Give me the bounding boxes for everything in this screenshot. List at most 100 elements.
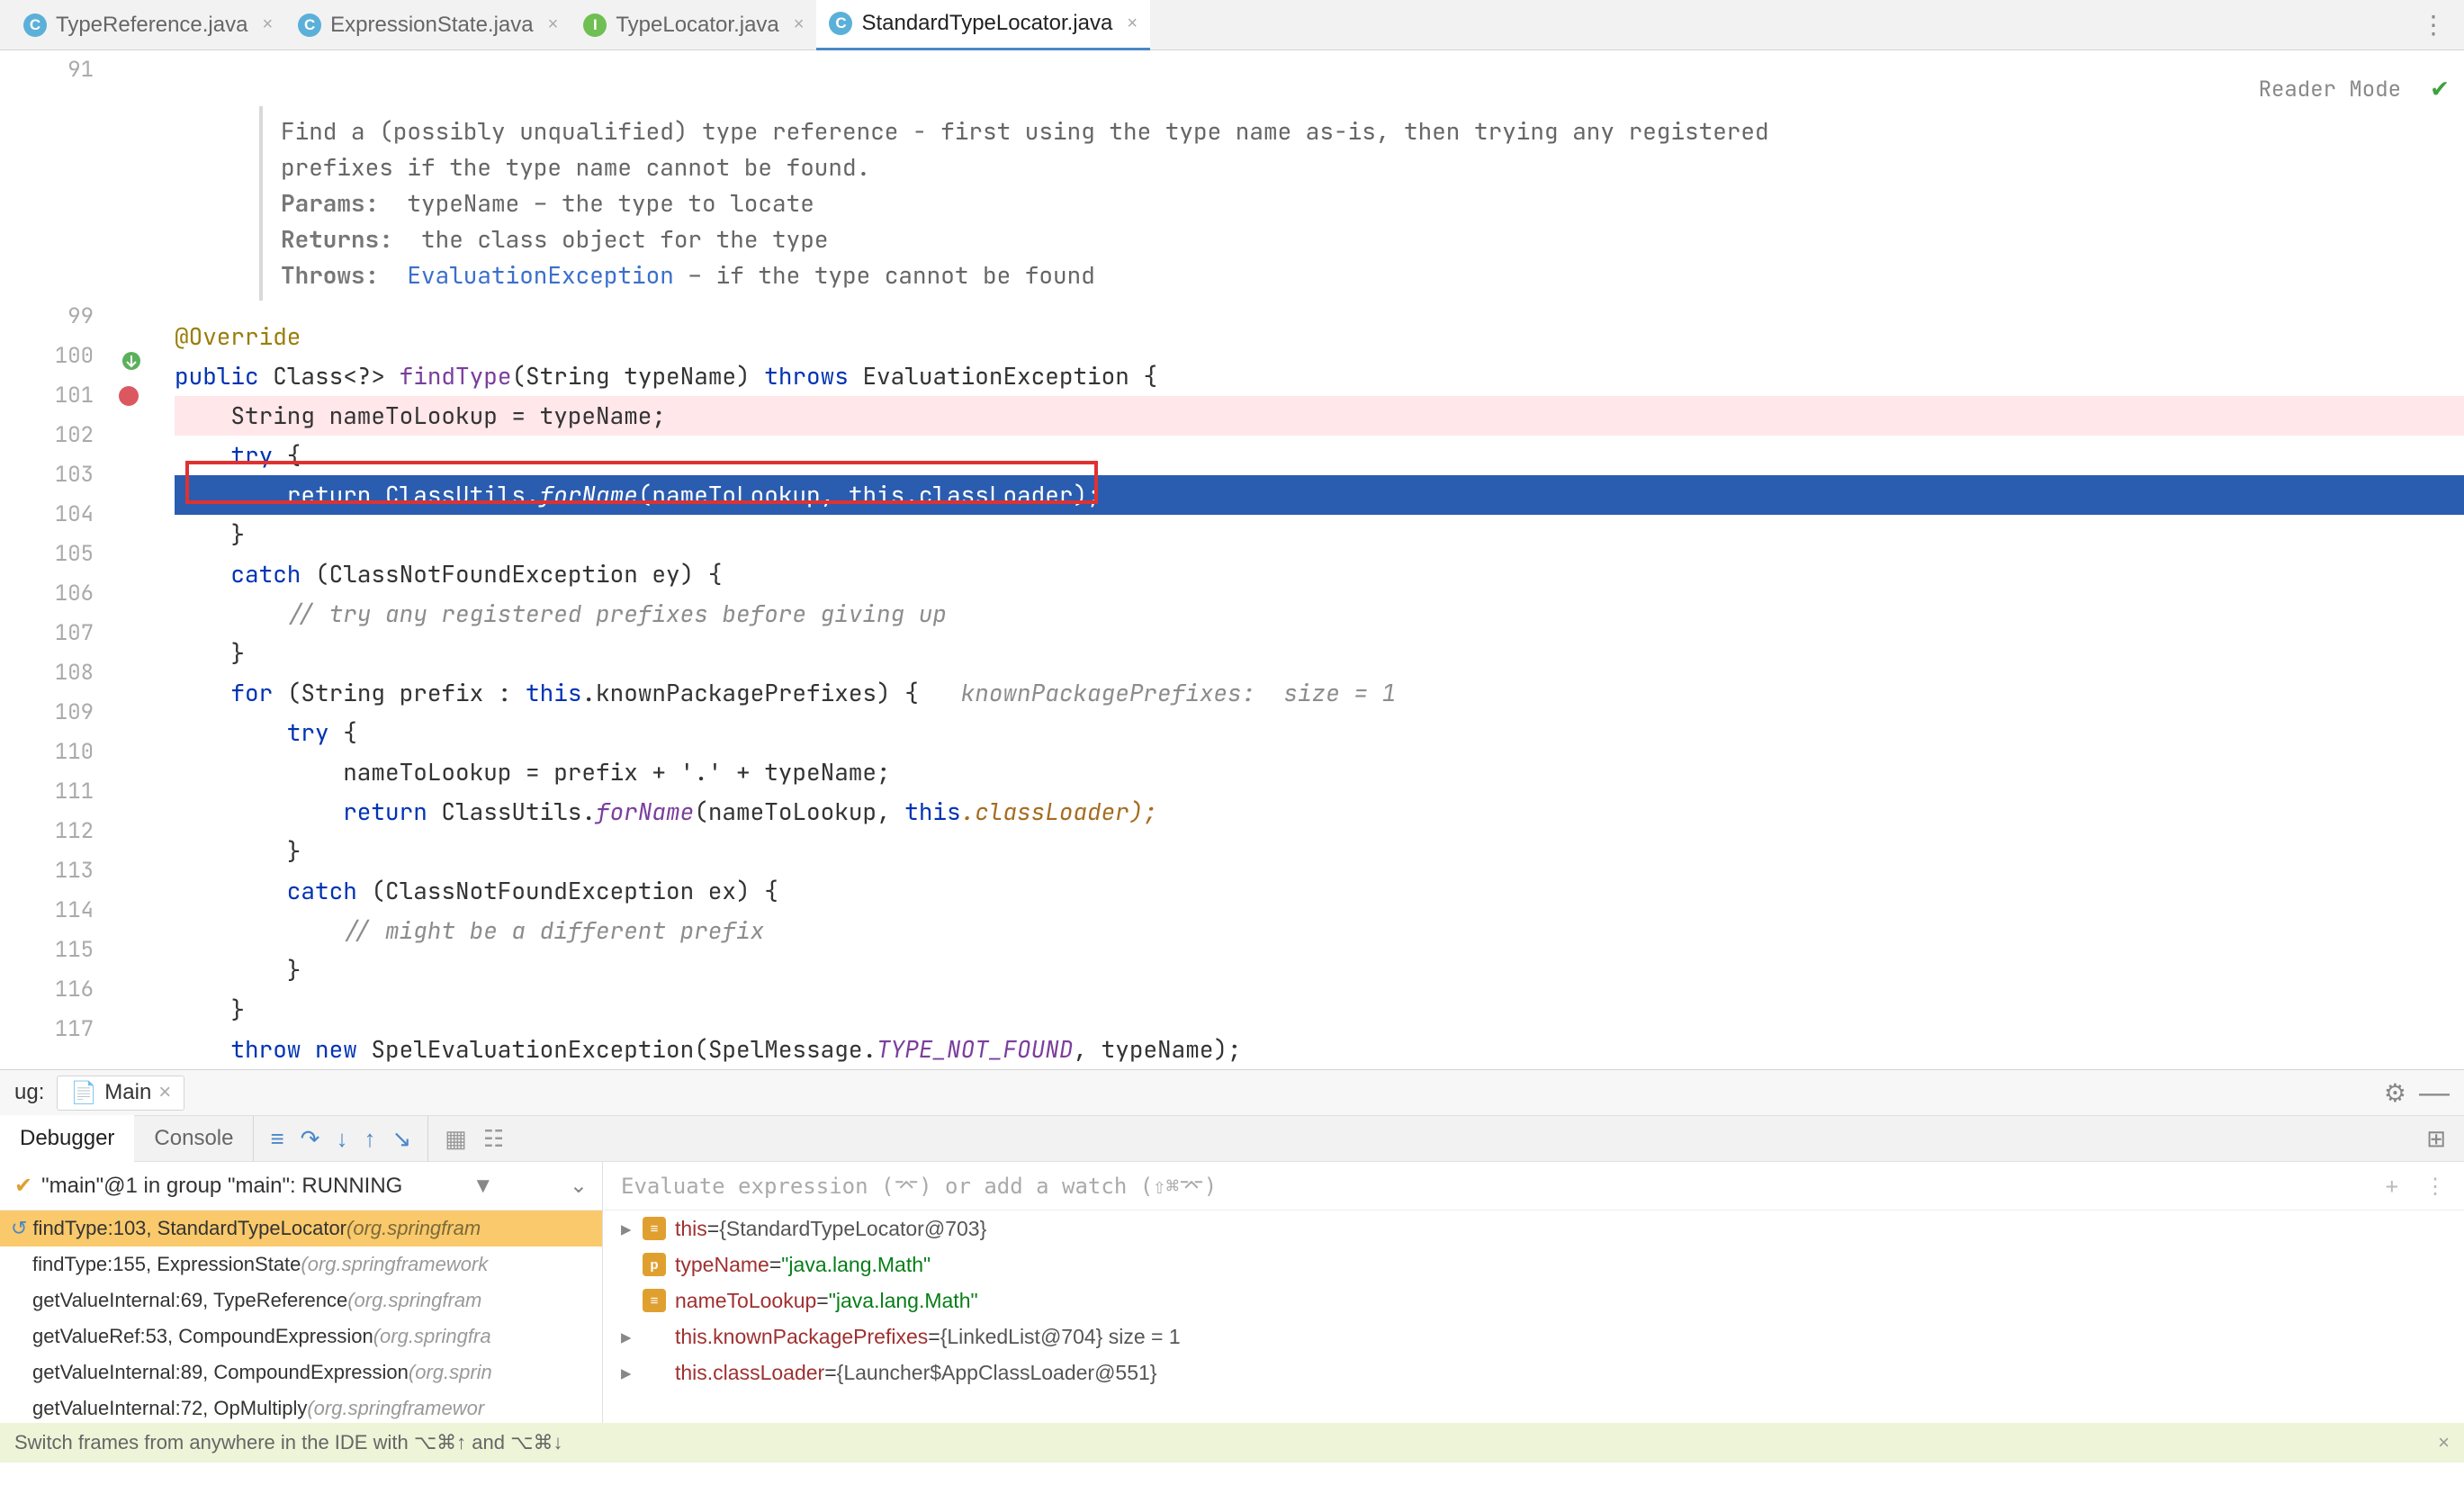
code-line: catch (ClassNotFoundException ex) { (175, 871, 2464, 911)
javadoc-returns-label: Returns: (281, 223, 393, 255)
dropdown-icon[interactable]: ⌄ (563, 1173, 588, 1199)
filter-icon[interactable]: ▼ (472, 1174, 494, 1199)
debug-toolbar-top: ug: 📄 Main × ⚙ — (0, 1070, 2464, 1115)
watch-icon: oo (643, 1361, 666, 1384)
tab-debugger[interactable]: Debugger (0, 1115, 134, 1162)
tab-console[interactable]: Console (134, 1115, 253, 1162)
javadoc-params-label: Params: (281, 187, 379, 219)
line-number: 116 (0, 970, 94, 1010)
minimize-icon[interactable]: — (2419, 1076, 2450, 1111)
class-icon: C (23, 14, 47, 37)
stack-frame[interactable]: getValueInternal:72, OpMultiply (org.spr… (0, 1390, 602, 1423)
thread-selector[interactable]: ✔ "main"@1 in group "main": RUNNING ▼ ⌄ (0, 1162, 602, 1210)
class-icon: C (829, 12, 852, 35)
layout-settings-icon[interactable]: ⊞ (2426, 1125, 2464, 1153)
line-number: 91 (0, 50, 94, 90)
reader-mode-toggle[interactable]: Reader Mode (2259, 70, 2401, 110)
expand-icon[interactable]: ▸ (621, 1217, 643, 1241)
gear-icon[interactable]: ⚙ (2384, 1078, 2406, 1108)
code-area[interactable]: Reader Mode ✔︎ Find a (possibly unqualif… (121, 50, 2464, 1069)
status-text: Switch frames from anywhere in the IDE w… (14, 1431, 562, 1454)
code-line: return ClassUtils.forName(nameToLookup, … (175, 792, 2464, 832)
close-tip-icon[interactable]: × (2438, 1431, 2450, 1454)
code-line: catch (ClassNotFoundException ey) { (175, 554, 2464, 594)
expand-icon[interactable]: ▸ (621, 1361, 643, 1385)
debug-tabs: Debugger Console ≡ ↷ ↓ ↑ ↘ ▦ ☷ ⊞ (0, 1115, 2464, 1162)
calculator-icon[interactable]: ▦ (445, 1125, 467, 1153)
close-icon[interactable]: × (548, 14, 559, 35)
thread-name: "main"@1 in group "main": RUNNING (41, 1174, 402, 1199)
code-line: } (175, 990, 2464, 1030)
javadoc-returns: the class object for the type (421, 223, 828, 255)
close-icon[interactable]: × (1127, 14, 1138, 34)
line-number: 102 (0, 416, 94, 455)
stack-frame[interactable]: getValueInternal:89, CompoundExpression … (0, 1354, 602, 1390)
stack-frame[interactable]: ↺findType:103, StandardTypeLocator (org.… (0, 1210, 602, 1246)
variables-panel: Evaluate expression (⌤) or add a watch (… (603, 1162, 2464, 1423)
javadoc-throws-text: – if the type cannot be found (674, 259, 1095, 291)
variable-row[interactable]: ▸oothis.knownPackagePrefixes = {LinkedLi… (603, 1318, 2464, 1354)
step-into-icon[interactable]: ↓ (336, 1125, 347, 1153)
close-icon[interactable]: × (794, 14, 805, 35)
eval-placeholder: Evaluate expression (⌤) or add a watch (… (621, 1174, 1217, 1199)
check-icon: ✔ (14, 1173, 32, 1199)
add-watch-icon[interactable]: + ⋮ (2386, 1174, 2446, 1199)
editor: 91 99 100 101 102 103 104 105 106 107 10… (0, 50, 2464, 1069)
step-over-icon[interactable]: ↷ (301, 1125, 320, 1153)
status-bar: Switch frames from anywhere in the IDE w… (0, 1423, 2464, 1462)
line-number: 108 (0, 653, 94, 693)
editor-tabs: C TypeReference.java × C ExpressionState… (0, 0, 2464, 50)
kebab-menu-icon[interactable]: ⋮ (2421, 10, 2464, 40)
variable-row[interactable]: ptypeName = "java.lang.Math" (603, 1246, 2464, 1282)
variable-row[interactable]: ≡nameToLookup = "java.lang.Math" (603, 1282, 2464, 1318)
close-icon[interactable]: × (262, 14, 273, 35)
javadoc-block: Find a (possibly unqualified) type refer… (259, 106, 1897, 301)
line-number: 109 (0, 693, 94, 733)
code-line: } (175, 832, 2464, 871)
tab-type-reference[interactable]: C TypeReference.java × (11, 0, 285, 50)
line-number: 103 (0, 455, 94, 495)
tab-expression-state[interactable]: C ExpressionState.java × (285, 0, 571, 50)
step-out-icon[interactable]: ↑ (364, 1125, 375, 1153)
restart-frame-icon[interactable]: ↺ (11, 1217, 27, 1240)
watch-icon: oo (643, 1325, 666, 1348)
javadoc-description: Find a (possibly unqualified) type refer… (281, 113, 1879, 185)
expand-icon[interactable]: ▸ (621, 1325, 643, 1349)
code-line: } (175, 950, 2464, 990)
layout-icon[interactable]: ☷ (483, 1125, 504, 1153)
debug-tool-window: ug: 📄 Main × ⚙ — Debugger Console ≡ ↷ ↓ … (0, 1069, 2464, 1462)
line-number: 105 (0, 535, 94, 574)
line-number: 106 (0, 574, 94, 614)
code-line: try { (175, 713, 2464, 752)
code-line (175, 50, 2464, 90)
code-line: public Class<?> findType(String typeName… (175, 356, 2464, 396)
debug-label: ug: (14, 1080, 44, 1105)
frames-panel: ✔ "main"@1 in group "main": RUNNING ▼ ⌄ … (0, 1162, 603, 1423)
javadoc-throws-link[interactable]: EvaluationException (407, 259, 673, 291)
inspection-ok-icon[interactable]: ✔︎ (2432, 67, 2448, 106)
line-number: 100 (0, 337, 94, 376)
tab-label: TypeReference.java (56, 13, 247, 38)
stack-frame[interactable]: findType:155, ExpressionState (org.sprin… (0, 1246, 602, 1282)
close-icon[interactable]: × (158, 1080, 171, 1105)
variable-row[interactable]: ▸oothis.classLoader = {Launcher$AppClass… (603, 1354, 2464, 1390)
line-number: 111 (0, 772, 94, 812)
javadoc-params: typeName – the type to locate (407, 187, 814, 219)
stepping-toolbar: ≡ ↷ ↓ ↑ ↘ (253, 1116, 427, 1161)
code-line: // might be a different prefix (175, 911, 2464, 950)
stack-frame[interactable]: getValueRef:53, CompoundExpression (org.… (0, 1318, 602, 1354)
debug-session-tab[interactable]: 📄 Main × (57, 1076, 184, 1111)
stack-frame[interactable]: getValueInternal:69, TypeReference (org.… (0, 1282, 602, 1318)
tab-standard-type-locator[interactable]: C StandardTypeLocator.java × (816, 0, 1150, 50)
line-number: 113 (0, 851, 94, 891)
code-line: @Override (175, 317, 2464, 356)
tab-type-locator[interactable]: I TypeLocator.java × (571, 0, 816, 50)
code-line: for (String prefix : this.knownPackagePr… (175, 673, 2464, 713)
code-line-breakpoint: String nameToLookup = typeName; (175, 396, 2464, 436)
run-to-cursor-icon[interactable]: ↘ (391, 1125, 411, 1153)
variable-row[interactable]: ▸≡this = {StandardTypeLocator@703} (603, 1210, 2464, 1246)
interface-icon: I (583, 14, 607, 37)
run-config-icon: 📄 (70, 1080, 97, 1106)
show-execution-point-icon[interactable]: ≡ (270, 1125, 283, 1153)
evaluate-expression-input[interactable]: Evaluate expression (⌤) or add a watch (… (603, 1162, 2464, 1210)
